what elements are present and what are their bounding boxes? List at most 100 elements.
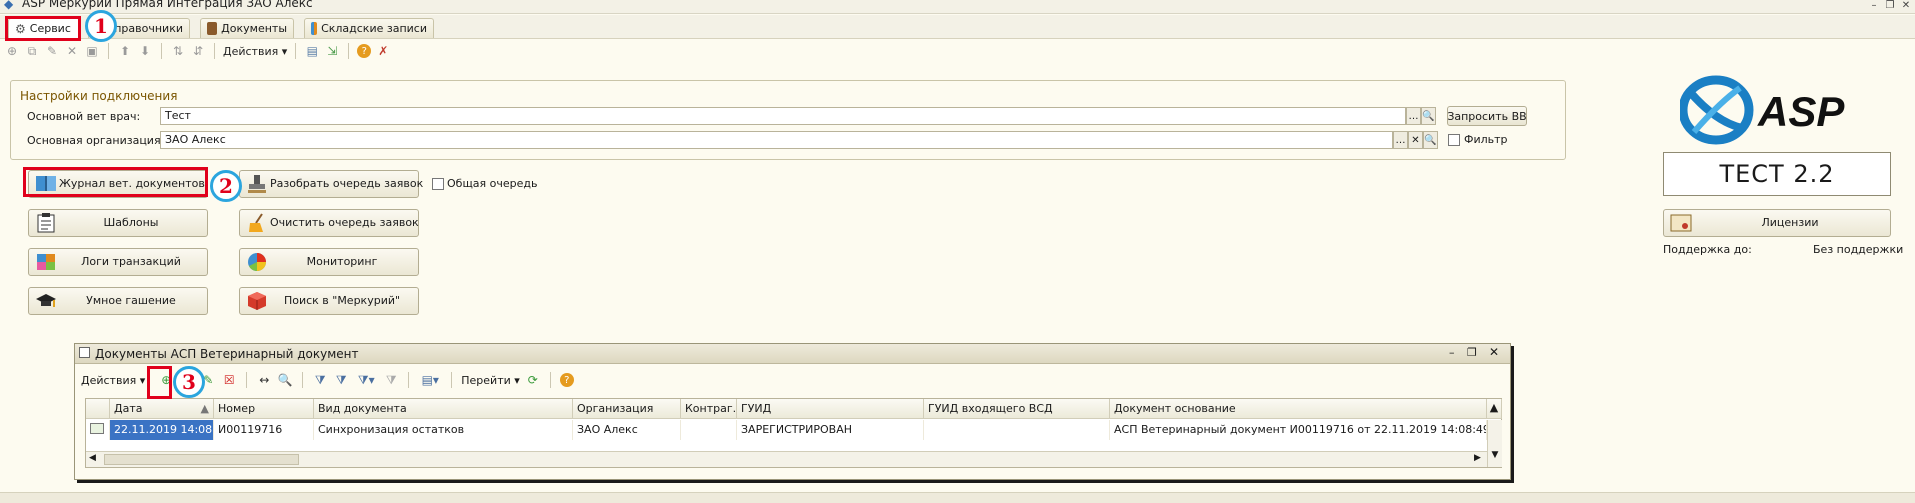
column-header-doc-type[interactable]: Вид документа <box>314 399 573 419</box>
annotation-badge-1: 1 <box>85 10 117 42</box>
move-up-icon[interactable]: ⬆ <box>117 43 133 59</box>
delete-icon[interactable]: ✕ <box>64 43 80 59</box>
filter-label: Фильтр <box>1464 133 1508 146</box>
toolbar-separator <box>161 43 162 59</box>
export-icon[interactable]: ⇲ <box>324 43 340 59</box>
help-icon[interactable]: ? <box>357 44 372 58</box>
templates-button[interactable]: Шаблоны <box>28 209 208 237</box>
tab-documents[interactable]: Документы <box>200 18 294 38</box>
clear-filter-icon[interactable]: ⧩ <box>383 372 399 388</box>
copy-icon[interactable]: ⧉ <box>24 43 40 59</box>
column-header-number[interactable]: Номер <box>214 399 314 419</box>
clear-queue-label: Очистить очередь заявок <box>270 216 419 229</box>
org-field[interactable]: ЗАО Алекс <box>160 131 1393 149</box>
move-down-icon[interactable]: ⬇ <box>137 43 153 59</box>
docs-actions-menu[interactable]: Действия ▾ <box>81 374 145 387</box>
filter-icon[interactable]: ⧩ <box>312 372 328 388</box>
filter-value-icon[interactable]: ⧩ <box>333 372 349 388</box>
cell-doc-type[interactable]: Синхронизация остатков <box>314 420 573 440</box>
cell-incoming-guid[interactable] <box>924 420 1110 440</box>
close-icon[interactable]: ✕ <box>1898 0 1914 13</box>
connection-settings-legend: Настройки подключения <box>18 89 180 103</box>
add-icon[interactable]: ⊕ <box>4 43 20 59</box>
column-header-incoming-guid[interactable]: ГУИД входящего ВСД <box>924 399 1110 419</box>
scroll-up-icon[interactable]: ▲ <box>1487 399 1502 419</box>
interval-icon[interactable]: ↔ <box>256 372 272 388</box>
monitoring-button[interactable]: Мониторинг <box>239 248 419 276</box>
sort-asc-icon[interactable]: ⇅ <box>170 43 186 59</box>
column-header-guid[interactable]: ГУИД <box>737 399 924 419</box>
refresh-icon[interactable]: ⟳ <box>525 372 541 388</box>
cell-guid[interactable]: ЗАРЕГИСТРИРОВАН <box>737 420 924 440</box>
toolbar-separator <box>214 43 215 59</box>
asp-logo: ASP <box>1680 75 1845 145</box>
scrollbar-thumb[interactable] <box>104 454 299 465</box>
clear-icon[interactable]: ✕ <box>1408 131 1423 149</box>
filter-checkbox[interactable] <box>1448 134 1460 146</box>
search-icon[interactable]: 🔍 <box>1423 131 1438 149</box>
clipboard-icon <box>37 213 55 233</box>
window-title: ASP Меркурий Прямая Интеграция ЗАО Алекс <box>22 0 313 10</box>
toolbar-separator <box>246 372 248 388</box>
sort-desc-icon[interactable]: ⇵ <box>190 43 206 59</box>
licenses-button[interactable]: Лицензии <box>1663 209 1891 237</box>
toolbar-separator <box>549 372 551 388</box>
cube-icon <box>248 292 266 310</box>
actions-label: Действия <box>223 44 279 58</box>
column-header-organization[interactable]: Организация <box>573 399 681 419</box>
cell-counterparty[interactable] <box>681 420 737 440</box>
cell-base-document[interactable]: АСП Ветеринарный документ И00119716 от 2… <box>1110 420 1487 440</box>
search-mercury-label: Поиск в "Меркурий" <box>283 294 401 307</box>
support-value: Без поддержки <box>1813 243 1904 256</box>
clear-queue-button[interactable]: Очистить очередь заявок <box>239 209 419 237</box>
parse-queue-button[interactable]: Разобрать очередь заявок <box>239 170 423 198</box>
close-icon[interactable]: ✕ <box>1489 345 1499 359</box>
restore-icon[interactable]: ❐ <box>1882 0 1898 13</box>
documents-table: Дата ▲ Номер Вид документа Организация Ко… <box>85 398 1502 468</box>
scroll-right-icon[interactable]: ▶ <box>1474 453 1481 463</box>
cell-number[interactable]: И00119716 <box>214 420 314 440</box>
vet-field[interactable]: Тест <box>160 107 1406 125</box>
templates-button-label: Шаблоны <box>103 216 159 229</box>
search-mercury-button[interactable]: Поиск в "Меркурий" <box>239 287 419 315</box>
vet-select-button[interactable]: … <box>1406 107 1421 125</box>
window-title-bar: ◆ ASP Меркурий Прямая Интеграция ЗАО Але… <box>0 0 1915 14</box>
tools-icon[interactable]: ✗ <box>375 43 391 59</box>
help-icon[interactable]: ? <box>559 373 574 387</box>
vet-label: Основной вет врач: <box>27 110 141 123</box>
restore-icon[interactable]: ❐ <box>1467 346 1477 359</box>
actions-menu[interactable]: Действия ▾ <box>223 45 287 58</box>
find-icon[interactable]: 🔍 <box>277 372 293 388</box>
docs-actions-label: Действия <box>81 373 137 387</box>
version-box: ТЕСТ 2.2 <box>1663 152 1891 196</box>
scroll-left-icon[interactable]: ◀ <box>89 453 96 463</box>
request-vet-button[interactable]: Запросить ВВ <box>1447 106 1527 126</box>
org-label: Основная организация: <box>27 134 165 147</box>
print-icon[interactable]: ▤ <box>304 43 320 59</box>
common-queue-checkbox[interactable] <box>432 178 444 190</box>
delete-icon[interactable]: ☒ <box>221 372 237 388</box>
mark-delete-icon[interactable]: ▣ <box>84 43 100 59</box>
horizontal-scrollbar[interactable]: ◀ ▶ <box>86 451 1487 467</box>
goto-menu[interactable]: Перейти ▾ <box>461 374 520 387</box>
column-header-date[interactable]: Дата ▲ <box>110 399 214 419</box>
transaction-logs-label: Логи транзакций <box>81 255 181 268</box>
smart-redeem-button[interactable]: Умное гашение <box>28 287 208 315</box>
vertical-scrollbar[interactable]: ▼ <box>1487 420 1502 467</box>
broom-icon <box>249 213 263 232</box>
cell-date[interactable]: 22.11.2019 14:08:... <box>110 420 214 440</box>
edit-icon[interactable]: ✎ <box>44 43 60 59</box>
output-list-icon[interactable]: ▤▾ <box>418 372 442 388</box>
smart-redeem-label: Умное гашение <box>86 294 176 307</box>
column-header-counterparty[interactable]: Контраг... <box>681 399 737 419</box>
search-icon[interactable]: 🔍 <box>1421 107 1436 125</box>
filter-list-icon[interactable]: ⧩▾ <box>354 372 378 388</box>
org-select-button[interactable]: … <box>1393 131 1408 149</box>
column-header-base-document[interactable]: Документ основание <box>1110 399 1487 419</box>
cell-organization[interactable]: ЗАО Алекс <box>573 420 681 440</box>
minimize-icon[interactable]: – <box>1449 346 1455 359</box>
support-label: Поддержка до: <box>1663 243 1752 256</box>
minimize-icon[interactable]: – <box>1866 0 1882 13</box>
transaction-logs-button[interactable]: Логи транзакций <box>28 248 208 276</box>
tab-warehouse-records[interactable]: Складские записи <box>304 18 434 38</box>
